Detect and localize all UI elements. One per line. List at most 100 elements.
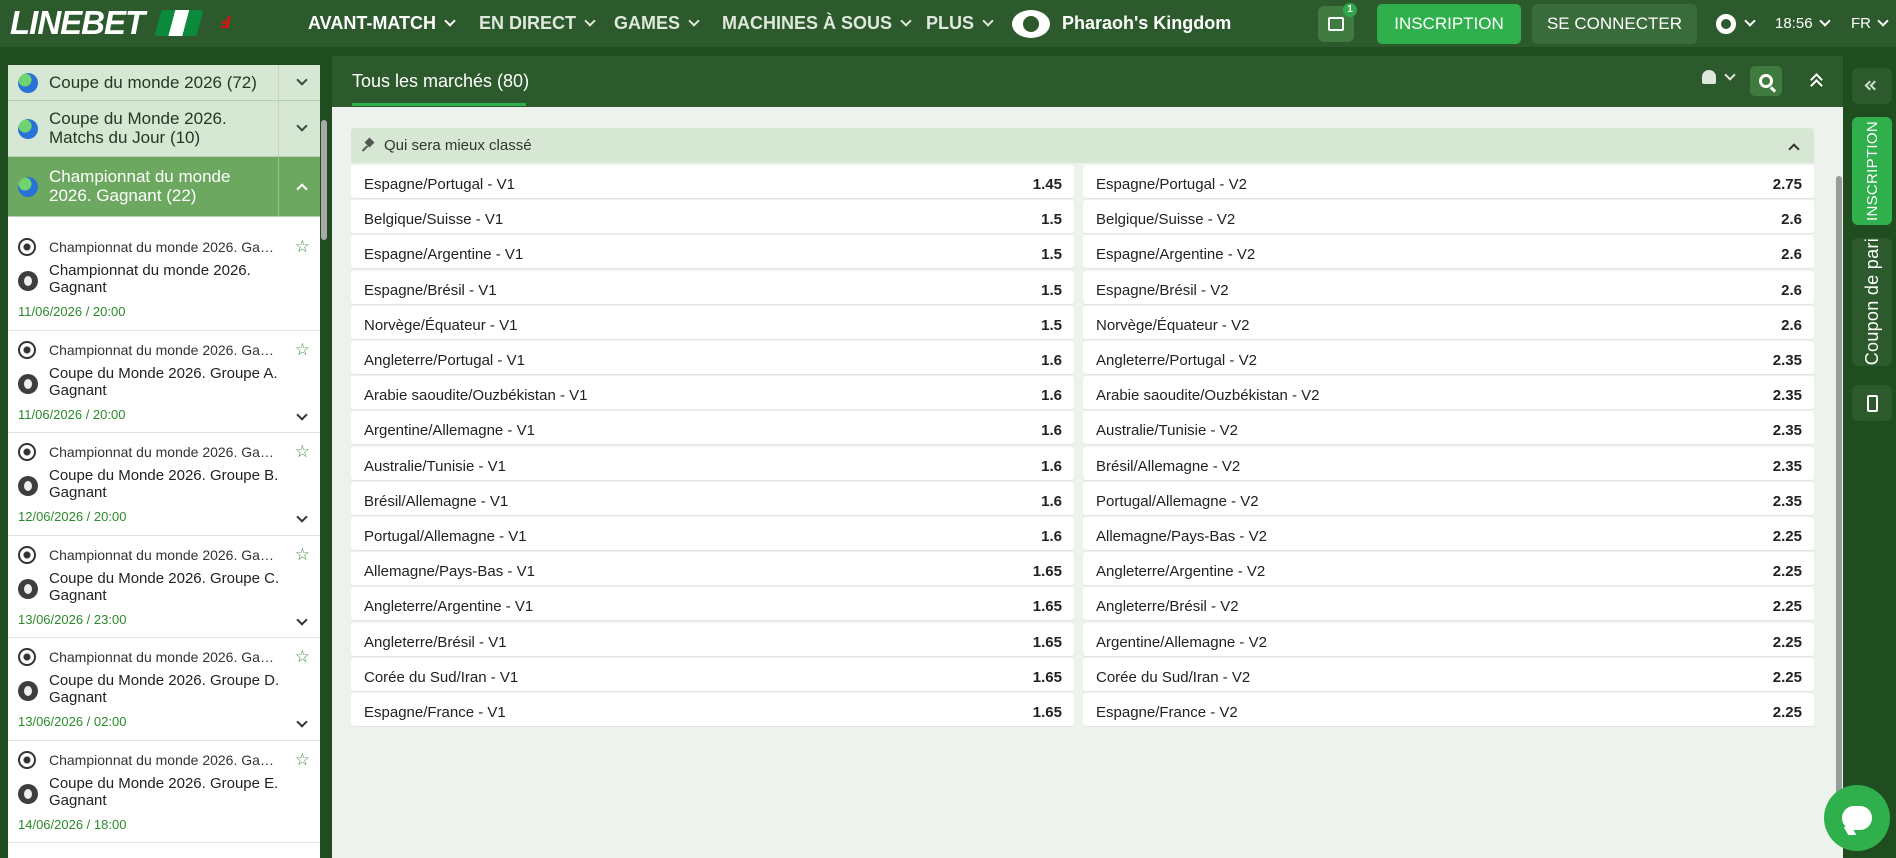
star-icon[interactable]: ☆ — [295, 237, 310, 257]
odd-cell[interactable]: Brésil/Allemagne - V1 1.6 — [351, 481, 1074, 515]
main-scrollbar[interactable] — [1836, 176, 1842, 796]
pin-icon[interactable] — [363, 139, 375, 151]
gift-badge: 1 — [1343, 3, 1357, 17]
event-item[interactable]: Championnat du monde 2026. Gagnant ☆ Cou… — [8, 433, 320, 536]
nav-machines-a-sous[interactable]: MACHINES À SOUS — [722, 0, 912, 47]
chevron-up-icon — [1786, 140, 1800, 157]
tab-all-markets[interactable]: Tous les marchés (80) — [352, 56, 529, 107]
football-icon — [18, 648, 36, 666]
odd-cell[interactable]: Espagne/Brésil - V1 1.5 — [351, 270, 1074, 304]
odd-cell[interactable]: Corée du Sud/Iran - V1 1.65 — [351, 657, 1074, 691]
odd-cell[interactable]: Brésil/Allemagne - V2 2.35 — [1083, 446, 1814, 480]
odd-cell[interactable]: Australie/Tunisie - V2 2.35 — [1083, 411, 1814, 445]
odd-cell[interactable]: Angleterre/Portugal - V1 1.6 — [351, 341, 1074, 374]
nav-en-direct[interactable]: EN DIRECT — [479, 0, 596, 47]
odd-cell[interactable]: Corée du Sud/Iran - V2 2.25 — [1083, 657, 1814, 691]
sidebar-category[interactable]: Coupe du Monde 2026. Matchs du Jour (10) — [8, 101, 320, 157]
bet-slip-label: Coupon de pari — [1861, 238, 1882, 366]
odd-cell[interactable]: Belgique/Suisse - V1 1.5 — [351, 200, 1074, 234]
linebet-logo[interactable]: LINEBET — [10, 4, 145, 42]
star-icon[interactable]: ☆ — [295, 442, 310, 462]
odd-value: 2.25 — [1772, 704, 1802, 721]
nav-avant-match[interactable]: AVANT-MATCH — [308, 0, 456, 47]
odd-cell[interactable]: Espagne/France - V2 2.25 — [1083, 693, 1814, 726]
notifications-dropdown[interactable] — [1702, 68, 1736, 84]
featured-game-label: Pharaoh's Kingdom — [1062, 13, 1232, 33]
odd-cell[interactable]: Angleterre/Argentine - V2 2.25 — [1083, 552, 1814, 586]
event-name: Coupe du Monde 2026. Groupe C. Gagnant — [49, 570, 280, 604]
team-icon — [18, 681, 38, 701]
phone-icon — [1866, 394, 1878, 412]
odd-cell[interactable]: Norvège/Équateur - V2 2.6 — [1083, 305, 1814, 339]
odd-label: Australie/Tunisie - V2 — [1096, 422, 1239, 440]
odd-cell[interactable]: Espagne/France - V1 1.65 — [351, 693, 1074, 726]
odd-cell[interactable]: Angleterre/Portugal - V2 2.35 — [1083, 341, 1814, 374]
odd-cell[interactable]: Angleterre/Argentine - V1 1.65 — [351, 587, 1074, 621]
odd-cell[interactable]: Argentine/Allemagne - V1 1.6 — [351, 411, 1074, 445]
odd-cell[interactable]: Norvège/Équateur - V1 1.5 — [351, 305, 1074, 339]
odd-cell[interactable]: Espagne/Portugal - V2 2.75 — [1083, 165, 1814, 198]
markets-header: Tous les marchés (80) — [332, 56, 1843, 107]
odd-cell[interactable]: Espagne/Portugal - V1 1.45 — [351, 165, 1074, 198]
category-toggle[interactable] — [278, 65, 320, 100]
odd-cell[interactable]: Portugal/Allemagne - V2 2.35 — [1083, 481, 1814, 515]
odd-cell[interactable]: Portugal/Allemagne - V1 1.6 — [351, 517, 1074, 550]
odd-cell[interactable]: Angleterre/Brésil - V1 1.65 — [351, 622, 1074, 656]
star-icon[interactable]: ☆ — [295, 647, 310, 667]
category-toggle[interactable] — [278, 157, 320, 216]
register-button[interactable]: INSCRIPTION — [1377, 4, 1521, 44]
sidebar-category[interactable]: Coupe du monde 2026 (72) — [8, 65, 320, 101]
football-icon — [18, 751, 36, 769]
odd-label: Corée du Sud/Iran - V2 — [1096, 668, 1251, 686]
expand-toggle[interactable] — [294, 611, 308, 629]
expand-toggle[interactable] — [294, 406, 308, 424]
mobile-app-button[interactable] — [1852, 385, 1892, 421]
expand-toggle[interactable] — [294, 508, 308, 526]
odd-cell[interactable]: Australie/Tunisie - V1 1.6 — [351, 446, 1074, 480]
event-item[interactable]: Championnat du monde 2026. Gagnant ☆ Cou… — [8, 638, 320, 741]
nav-plus[interactable]: PLUS — [926, 0, 994, 47]
category-toggle[interactable] — [278, 101, 320, 156]
event-name: Championnat du monde 2026. Gagnant — [49, 262, 251, 296]
clock-dropdown[interactable]: 18:56 — [1775, 0, 1831, 47]
nav-label: AVANT-MATCH — [308, 13, 436, 33]
sidebar-scrollbar[interactable] — [321, 120, 327, 240]
nav-games[interactable]: GAMES — [614, 0, 700, 47]
event-item[interactable]: Championnat du monde 2026. Gagnant ☆ Cha… — [8, 228, 320, 331]
collapse-all-button[interactable] — [1800, 66, 1832, 96]
event-item[interactable]: Championnat du monde 2026. Gagnant ☆ Cou… — [8, 536, 320, 638]
odd-cell[interactable]: Espagne/Argentine - V1 1.5 — [351, 235, 1074, 269]
odd-cell[interactable]: Belgique/Suisse - V2 2.6 — [1083, 200, 1814, 234]
odd-cell[interactable]: Angleterre/Brésil - V2 2.25 — [1083, 587, 1814, 621]
promo-logo-icon[interactable]: Ⅎ — [220, 10, 284, 36]
odd-value: 1.45 — [1032, 176, 1062, 193]
odd-cell[interactable]: Allemagne/Pays-Bas - V1 1.65 — [351, 552, 1074, 586]
star-icon[interactable]: ☆ — [295, 340, 310, 360]
bet-slip-button[interactable]: Coupon de pari — [1852, 238, 1892, 366]
odd-label: Angleterre/Argentine - V2 — [1096, 563, 1266, 581]
language-selector[interactable]: FR — [1851, 0, 1889, 47]
event-item[interactable]: Championnat du monde 2026. Gagnant ☆ Cou… — [8, 331, 320, 433]
market-group-header[interactable]: Qui sera mieux classé — [351, 128, 1814, 163]
odd-cell[interactable]: Allemagne/Pays-Bas - V2 2.25 — [1083, 517, 1814, 550]
odd-cell[interactable]: Arabie saoudite/Ouzbékistan - V2 2.35 — [1083, 376, 1814, 410]
odd-cell[interactable]: Espagne/Argentine - V2 2.6 — [1083, 235, 1814, 269]
login-button[interactable]: SE CONNECTER — [1532, 4, 1697, 44]
chat-button[interactable] — [1824, 785, 1890, 851]
search-button[interactable] — [1750, 66, 1782, 96]
star-icon[interactable]: ☆ — [295, 750, 310, 770]
odd-value: 1.65 — [1032, 633, 1062, 651]
star-icon[interactable]: ☆ — [295, 545, 310, 565]
event-item[interactable]: Championnat du monde 2026. Gagnant ☆ Cou… — [8, 741, 320, 843]
sidebar-category-active[interactable]: Championnat du monde 2026. Gagnant (22) — [8, 157, 320, 217]
odd-cell[interactable]: Argentine/Allemagne - V2 2.25 — [1083, 622, 1814, 656]
odd-value: 1.5 — [1041, 211, 1062, 229]
odd-cell[interactable]: Arabie saoudite/Ouzbékistan - V1 1.6 — [351, 376, 1074, 410]
gift-button[interactable]: 1 — [1318, 3, 1357, 42]
expand-toggle[interactable] — [294, 713, 308, 731]
featured-game-link[interactable]: Pharaoh's Kingdom — [1012, 0, 1231, 47]
collapse-rail-button[interactable] — [1852, 68, 1892, 104]
rail-register-button[interactable]: INSCRIPTION — [1852, 117, 1892, 225]
settings-dropdown[interactable] — [1716, 0, 1756, 47]
odd-cell[interactable]: Espagne/Brésil - V2 2.6 — [1083, 270, 1814, 304]
